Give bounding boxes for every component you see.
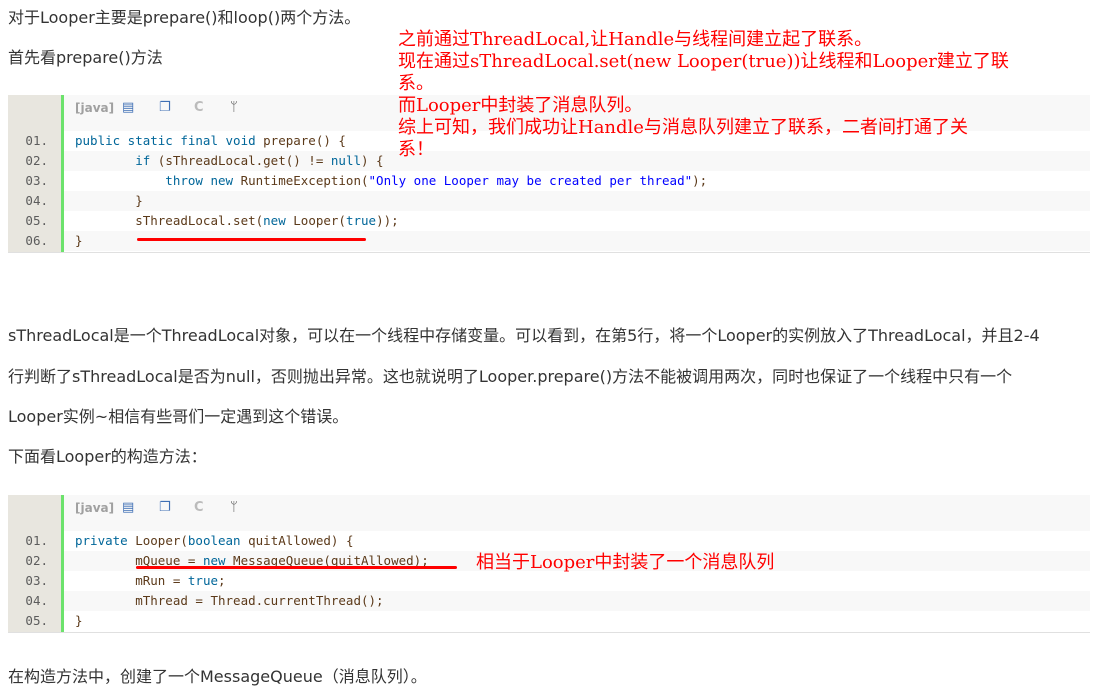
code-content: sThreadLocal.set(new Looper(true)); <box>64 211 1090 231</box>
annotation-line: 之前通过ThreadLocal,让Handle与线程间建立起了联系。 <box>398 29 873 50</box>
code-token: sThreadLocal.set( <box>75 213 264 228</box>
code-toolbar: [java] ▤ ❐ C ᛘ <box>64 495 1090 531</box>
code-content: throw new RuntimeException("Only one Loo… <box>64 171 1090 191</box>
first-look-text: 首先看prepare()方法 <box>8 48 163 67</box>
code-token: new <box>263 213 294 228</box>
fork-icon[interactable]: ᛘ <box>230 500 238 515</box>
code-line: 03. mRun = true; <box>8 571 1090 591</box>
line-number: 01. <box>25 533 48 548</box>
annotation-line: 综上可知，我们成功让Handle与消息队列建立了联系，二者间打通了关 <box>398 117 968 138</box>
red-underline-1 <box>137 238 366 241</box>
code-token: } <box>75 613 83 628</box>
code-token: true <box>345 213 377 228</box>
code-line: 04. mThread = Thread.currentThread(); <box>8 591 1090 611</box>
explain-text-2: 行判断了sThreadLocal是否为null，否则抛出异常。这也就说明了Loo… <box>8 367 1013 386</box>
intro-text: 对于Looper主要是prepare()和loop()两个方法。 <box>8 8 361 27</box>
conclusion-text: 在构造方法中，创建了一个MessageQueue（消息队列）。 <box>8 667 427 686</box>
code-line: 04. } <box>8 191 1090 211</box>
code-token: if <box>75 153 158 168</box>
code-content: } <box>64 191 1090 211</box>
code-token: true <box>187 573 218 588</box>
view-source-icon[interactable]: ▤ <box>122 100 134 115</box>
code-content: } <box>64 611 1090 631</box>
annotation-line: 而Looper中封装了消息队列。 <box>398 95 643 116</box>
code-token: mThread = Thread.currentThread(); <box>75 593 384 608</box>
view-source-icon[interactable]: ▤ <box>122 500 134 515</box>
language-label: [java] <box>75 101 115 115</box>
line-number: 04. <box>25 193 48 208</box>
line-number: 06. <box>25 233 48 248</box>
annotation-line: 系！ <box>398 139 434 160</box>
code-line: 05.} <box>8 611 1090 631</box>
code-line: 06.} <box>8 231 1090 251</box>
red-underline-2 <box>136 566 457 569</box>
constructor-intro-text: 下面看Looper的构造方法： <box>8 447 207 466</box>
code-token: } <box>75 233 83 248</box>
line-number: 02. <box>25 153 48 168</box>
print-icon[interactable]: C <box>194 500 204 515</box>
explain-text-1: sThreadLocal是一个ThreadLocal对象，可以在一个线程中存储变… <box>8 326 1040 345</box>
code-line: 01. private Looper(boolean quitAllowed) { <box>8 531 1090 551</box>
code-content: } <box>64 231 1090 251</box>
code-token: throw new <box>75 173 241 188</box>
code-token: ) { <box>361 153 384 168</box>
code-token: RuntimeException( <box>240 173 369 188</box>
code-token: null <box>330 153 361 168</box>
print-icon[interactable]: C <box>194 100 204 115</box>
explain-text-3: Looper实例~相信有些哥们一定遇到这个错误。 <box>8 407 349 426</box>
code-content: private Looper(boolean quitAllowed) { <box>64 531 1090 551</box>
code-token: "Only one Looper may be created per thre… <box>368 173 693 188</box>
annotation-line: 现在通过sThreadLocal.set(new Looper(true))让线… <box>398 51 1009 72</box>
code-token: } <box>75 193 143 208</box>
code-token: mRun = <box>75 573 188 588</box>
code-token: boolean <box>187 533 249 548</box>
code-token: prepare() { <box>263 133 346 148</box>
line-number: 01. <box>25 133 48 148</box>
line-number: 04. <box>25 593 48 608</box>
code-token: (sThreadLocal.get() != <box>157 153 331 168</box>
code-line: 05. sThreadLocal.set(new Looper(true)); <box>8 211 1090 231</box>
code-token: ); <box>692 173 708 188</box>
line-number: 03. <box>25 173 48 188</box>
code-content: mRun = true; <box>64 571 1090 591</box>
annotation-line: 系。 <box>398 73 434 94</box>
code-token: public static final void <box>75 133 264 148</box>
line-number: 05. <box>25 213 48 228</box>
code-content: mThread = Thread.currentThread(); <box>64 591 1090 611</box>
code-token: quitAllowed) { <box>248 533 354 548</box>
copy-icon[interactable]: ❐ <box>159 500 171 515</box>
code-token: )); <box>376 213 399 228</box>
code-token: private <box>75 533 136 548</box>
line-number: 05. <box>25 613 48 628</box>
annotation-second: 相当于Looper中封装了一个消息队列 <box>476 552 775 573</box>
code-line: 03. throw new RuntimeException("Only one… <box>8 171 1090 191</box>
code-token: ; <box>218 573 226 588</box>
annotation-top: 之前通过ThreadLocal,让Handle与线程间建立起了联系。 现在通过s… <box>398 29 1009 161</box>
language-label: [java] <box>75 501 115 515</box>
line-number: 03. <box>25 573 48 588</box>
line-number: 02. <box>25 553 48 568</box>
code-token: Looper( <box>135 533 188 548</box>
copy-icon[interactable]: ❐ <box>159 100 171 115</box>
fork-icon[interactable]: ᛘ <box>230 100 238 115</box>
code-token: Looper( <box>293 213 346 228</box>
